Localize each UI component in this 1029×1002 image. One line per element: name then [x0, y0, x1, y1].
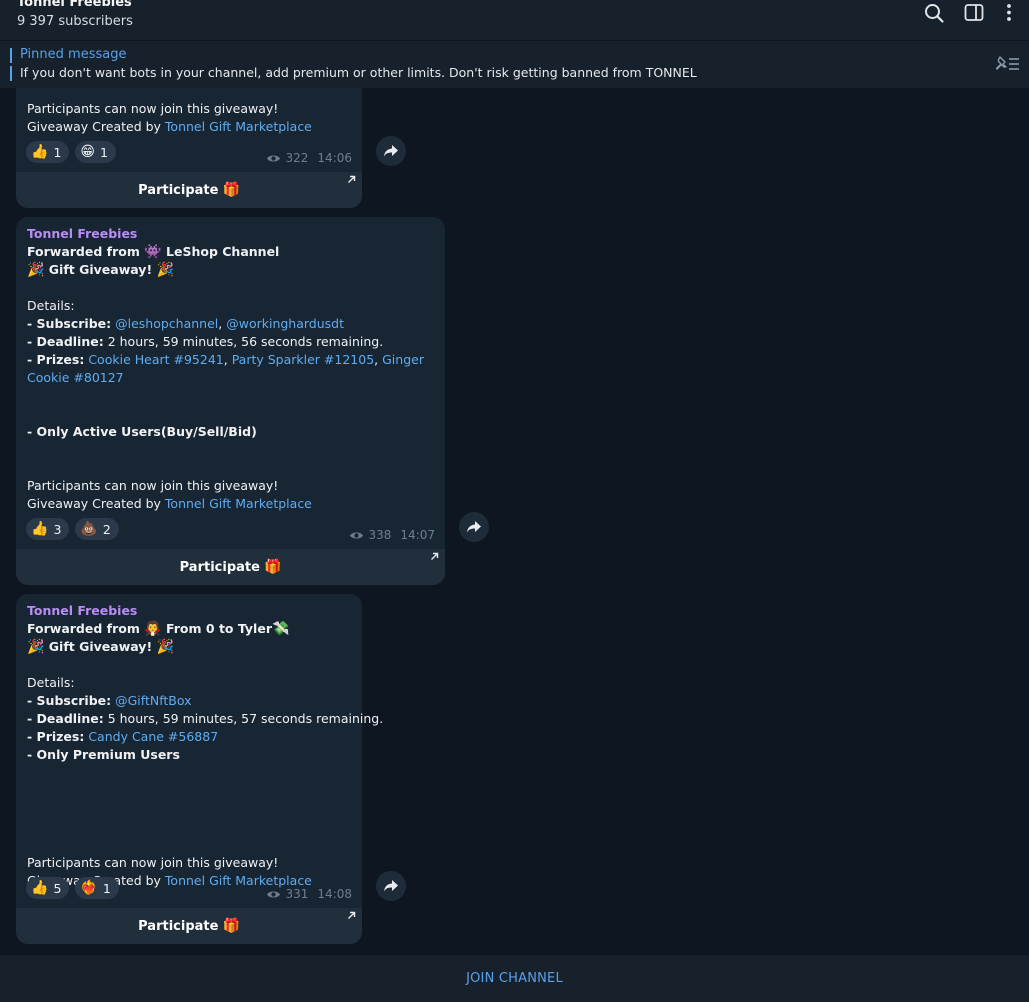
- reaction-chip[interactable]: 👍 1: [26, 141, 70, 163]
- subscribe-line: - Subscribe: @leshopchannel, @workinghar…: [27, 316, 345, 331]
- message-meta: 338 14:07: [349, 528, 435, 542]
- reactions: 👍 3 💩 2: [26, 518, 119, 540]
- creator-link[interactable]: Tonnel Gift Marketplace: [165, 119, 312, 134]
- chat-header: Tonnel Freebies 9 397 subscribers: [0, 0, 1029, 40]
- message-time: 14:06: [317, 151, 352, 165]
- reactions: 👍 1 😁 1: [26, 141, 116, 163]
- pinned-label: Pinned message: [20, 47, 127, 62]
- subscriber-count: 9 397 subscribers: [17, 14, 133, 29]
- details-label: Details:: [27, 675, 75, 690]
- share-arrow-icon: [384, 880, 398, 892]
- pinned-text: If you don't want bots in your channel, …: [20, 65, 697, 80]
- message-bubble: Participants can now join this giveaway!…: [16, 88, 362, 172]
- party-popper-icon: 🎉: [156, 639, 174, 655]
- message-sender[interactable]: Tonnel Freebies: [27, 225, 435, 243]
- eye-icon: [349, 532, 363, 538]
- message-sender[interactable]: Tonnel Freebies: [27, 602, 352, 620]
- search-icon[interactable]: [923, 2, 945, 24]
- share-button[interactable]: [459, 512, 489, 542]
- view-count: 331: [285, 887, 309, 901]
- vampire-icon: 🧛: [144, 621, 162, 637]
- prize-link[interactable]: Cookie Heart #95241: [88, 352, 223, 367]
- participate-button[interactable]: Participate 🎁: [16, 172, 362, 208]
- participate-button[interactable]: Participate 🎁: [16, 549, 445, 585]
- message-text: Giveaway Created by Tonnel Gift Marketpl…: [27, 119, 312, 134]
- message-text: Participants can now join this giveaway!: [27, 101, 279, 116]
- gift-icon: 🎁: [222, 918, 240, 934]
- eye-icon: [266, 891, 280, 897]
- pinned-indicator: [10, 48, 12, 81]
- forwarded-from[interactable]: Forwarded from 🧛 From 0 to Tyler💸: [27, 620, 352, 638]
- channel-link[interactable]: @leshopchannel: [115, 316, 218, 331]
- giveaway-headline: 🎉 Gift Giveaway! 🎉: [27, 262, 174, 278]
- grin-face-icon: 😁: [80, 144, 95, 160]
- reaction-chip[interactable]: 👍 3: [26, 518, 70, 540]
- message-time: 14:08: [317, 887, 352, 901]
- channel-title[interactable]: Tonnel Freebies: [17, 0, 132, 10]
- deadline-line: - Deadline: 2 hours, 59 minutes, 56 seco…: [27, 334, 384, 349]
- view-count: 338: [368, 528, 392, 542]
- money-wings-icon: 💸: [271, 621, 290, 637]
- alien-monster-icon: 👾: [144, 244, 162, 260]
- thumbs-up-icon: 👍: [31, 521, 49, 537]
- reaction-chip[interactable]: ❤️‍🔥 1: [75, 877, 119, 899]
- prizes-line: - Prizes: Cookie Heart #95241, Party Spa…: [27, 352, 424, 385]
- message-time: 14:07: [400, 528, 435, 542]
- creator-link[interactable]: Tonnel Gift Marketplace: [165, 496, 312, 511]
- condition-line: - Only Active Users(Buy/Sell/Bid): [27, 424, 257, 439]
- message-meta: 322 14:06: [266, 151, 352, 165]
- prizes-line: - Prizes: Candy Cane #56887: [27, 729, 219, 744]
- message-bubble: Tonnel Freebies Forwarded from 👾 LeShop …: [16, 217, 445, 549]
- condition-line: - Only Premium Users: [27, 747, 180, 762]
- sidebar-toggle-icon[interactable]: [963, 2, 985, 24]
- giveaway-headline: 🎉 Gift Giveaway! 🎉: [27, 639, 174, 655]
- deadline-line: - Deadline: 5 hours, 59 minutes, 57 seco…: [27, 711, 384, 726]
- participate-button[interactable]: Participate 🎁: [16, 908, 362, 944]
- creator-link[interactable]: Tonnel Gift Marketplace: [165, 873, 312, 888]
- party-popper-icon: 🎉: [27, 639, 45, 655]
- message-text: Giveaway Created by Tonnel Gift Marketpl…: [27, 496, 312, 511]
- external-arrow-icon: [348, 911, 356, 919]
- pinned-list-icon[interactable]: [993, 54, 1021, 74]
- share-button[interactable]: [376, 871, 406, 901]
- pinned-message-bar[interactable]: Pinned message If you don't want bots in…: [0, 40, 1029, 88]
- external-arrow-icon: [348, 175, 356, 183]
- eye-icon: [266, 155, 280, 161]
- message-bubble: Tonnel Freebies Forwarded from 🧛 From 0 …: [16, 594, 384, 908]
- gift-icon: 🎁: [222, 182, 240, 198]
- message-text: Participants can now join this giveaway!: [27, 478, 279, 493]
- more-vertical-icon[interactable]: [998, 2, 1020, 24]
- prize-link[interactable]: Party Sparkler #12105: [232, 352, 374, 367]
- poop-icon: 💩: [80, 521, 98, 537]
- share-button[interactable]: [376, 136, 406, 166]
- forwarded-from[interactable]: Forwarded from 👾 LeShop Channel: [27, 243, 435, 261]
- gift-icon: 🎁: [263, 559, 282, 575]
- view-count: 322: [285, 151, 309, 165]
- thumbs-up-icon: 👍: [31, 144, 49, 160]
- channel-link[interactable]: @workinghardusdt: [226, 316, 344, 331]
- join-channel-bar: JOIN CHANNEL: [0, 954, 1029, 1002]
- reaction-chip[interactable]: 😁 1: [75, 141, 116, 163]
- share-arrow-icon: [467, 521, 481, 533]
- party-popper-icon: 🎉: [156, 262, 174, 278]
- heart-on-fire-icon: ❤️‍🔥: [80, 880, 98, 896]
- subscribe-line: - Subscribe: @GiftNftBox: [27, 693, 192, 708]
- reaction-chip[interactable]: 👍 5: [26, 877, 70, 899]
- prize-link[interactable]: Candy Cane #56887: [88, 729, 218, 744]
- reactions: 👍 5 ❤️‍🔥 1: [26, 877, 119, 899]
- join-channel-button[interactable]: JOIN CHANNEL: [466, 971, 563, 986]
- reaction-chip[interactable]: 💩 2: [75, 518, 119, 540]
- party-popper-icon: 🎉: [27, 262, 45, 278]
- channel-link[interactable]: @GiftNftBox: [115, 693, 191, 708]
- details-label: Details:: [27, 298, 75, 313]
- external-arrow-icon: [431, 552, 439, 560]
- thumbs-up-icon: 👍: [31, 880, 49, 896]
- share-arrow-icon: [384, 145, 398, 157]
- message-text: Participants can now join this giveaway!: [27, 855, 279, 870]
- message-meta: 331 14:08: [266, 887, 352, 901]
